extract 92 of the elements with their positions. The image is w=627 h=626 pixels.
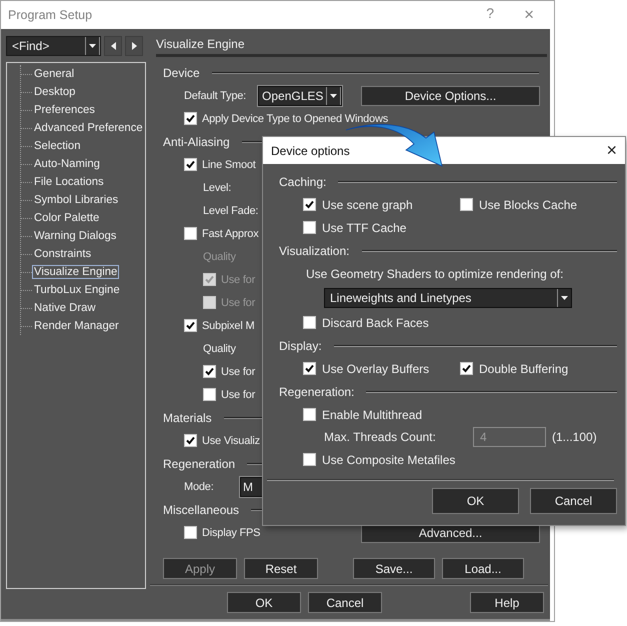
tree-item[interactable]: Advanced Preference [32,121,145,135]
tree-item[interactable]: File Locations [32,175,106,189]
back-button[interactable] [104,36,122,56]
button[interactable]: Cancel [530,488,617,514]
close-button[interactable]: × [606,140,617,161]
search-field[interactable]: <Find> [6,36,101,56]
checkbox-label: Discard Back Faces [322,316,429,330]
checkbox[interactable] [184,526,197,539]
checkbox[interactable] [184,434,197,447]
panel-title: Visualize Engine [156,36,246,52]
section-title: Miscellaneous [163,502,240,516]
right-arrow-icon [132,42,136,50]
checkbox-label: Use Visualiz [202,434,260,446]
checkbox-label: Display FPS [202,526,260,538]
checkbox-label: Fast Approx [202,228,258,240]
dropdown[interactable]: OpenGLES [258,86,342,106]
section-title: Anti-Aliasing [163,134,230,148]
tree-item[interactable]: Constraints [32,247,94,261]
tree-item[interactable]: Warning Dialogs [32,229,118,243]
checkbox-label: Line Smoot [202,158,256,170]
forward-button[interactable] [125,36,143,56]
checkbox[interactable] [184,319,197,332]
tree-item[interactable]: TurboLux Engine [32,283,122,297]
field-label: Level Fade: [203,204,258,216]
checkbox-label: Enable Multithread [322,408,422,422]
button[interactable]: Load... [442,558,524,579]
tree-item[interactable]: Selection [32,139,82,153]
checkbox[interactable] [303,316,316,329]
checkbox-label: Double Buffering [479,362,568,376]
button[interactable]: Reset [244,558,318,579]
dropdown-arrow-icon[interactable] [330,94,338,98]
checkbox[interactable] [203,388,216,401]
checkbox-label: Use for [221,274,256,286]
checkbox-label: Use Overlay Buffers [322,362,430,376]
checkbox[interactable] [303,408,316,421]
tree-item[interactable]: General [32,67,76,81]
checkbox-label: Use scene graph [322,198,413,212]
checkbox-label: Use Blocks Cache [479,198,578,212]
checkbox-label: Apply Device Type to Opened Windows [202,112,388,124]
field-label: Default Type: [184,90,246,102]
checkbox[interactable] [184,112,197,125]
checkbox[interactable] [303,453,316,466]
tree-item[interactable]: Auto-Naming [32,157,102,171]
tree-item[interactable]: Desktop [32,85,78,99]
tree-item[interactable]: Native Draw [32,301,98,315]
section-title: Regeneration: [279,384,354,398]
checkbox[interactable] [203,365,216,378]
section-title: Device [163,66,200,80]
dropdown-arrow-icon[interactable] [89,44,96,48]
tree-item[interactable]: Symbol Libraries [32,193,120,207]
button[interactable]: Save... [353,558,435,579]
field-label: Max. Threads Count: [324,430,437,444]
button[interactable]: Help [470,592,544,613]
checkbox-label: Use for [221,366,256,378]
tree-item[interactable]: Visualize Engine [32,265,120,279]
dropdown[interactable]: Lineweights and Linetypes [324,288,572,308]
field-label: Quality [203,342,236,354]
section-title: Regeneration [163,456,236,470]
tree-item[interactable]: Color Palette [32,211,102,225]
field-label: Mode: [184,480,215,492]
button[interactable]: OK [227,592,301,613]
checkbox[interactable] [184,158,197,171]
button[interactable]: Cancel [308,592,382,613]
window-title: Program Setup [8,8,92,22]
checkbox-label: Use TTF Cache [322,220,406,234]
dialog-title: Device options [271,144,350,158]
checkbox[interactable] [303,362,316,375]
section-title: Caching: [279,174,326,188]
help-button[interactable]: ? [486,5,494,25]
section-title: Display: [279,338,322,352]
tree-item[interactable]: Preferences [32,103,97,117]
checkbox-label: Use Composite Metafiles [322,452,456,466]
range-hint: (1...100) [552,430,597,444]
section-title: Materials [163,410,212,424]
checkbox[interactable] [303,221,316,234]
close-button[interactable]: × [524,5,534,25]
checkbox-label: Subpixel M [202,320,254,332]
checkbox-label: Use for [221,388,256,400]
dropdown-arrow-icon[interactable] [561,296,568,300]
field-label: Level: [203,182,232,194]
tree-item[interactable]: Render Manager [32,319,121,333]
field-label: Quality [203,250,236,262]
button[interactable]: Device Options... [361,86,540,106]
checkbox[interactable] [303,198,316,211]
section-title: Visualization: [279,244,350,258]
checkbox-label: Use for [221,296,256,308]
field-label: Use Geometry Shaders to optimize rendering of: [306,266,564,280]
button[interactable]: OK [432,488,519,514]
checkbox[interactable] [184,227,197,240]
left-arrow-icon [110,42,116,50]
checkbox[interactable] [460,362,473,375]
checkbox[interactable] [460,198,473,211]
